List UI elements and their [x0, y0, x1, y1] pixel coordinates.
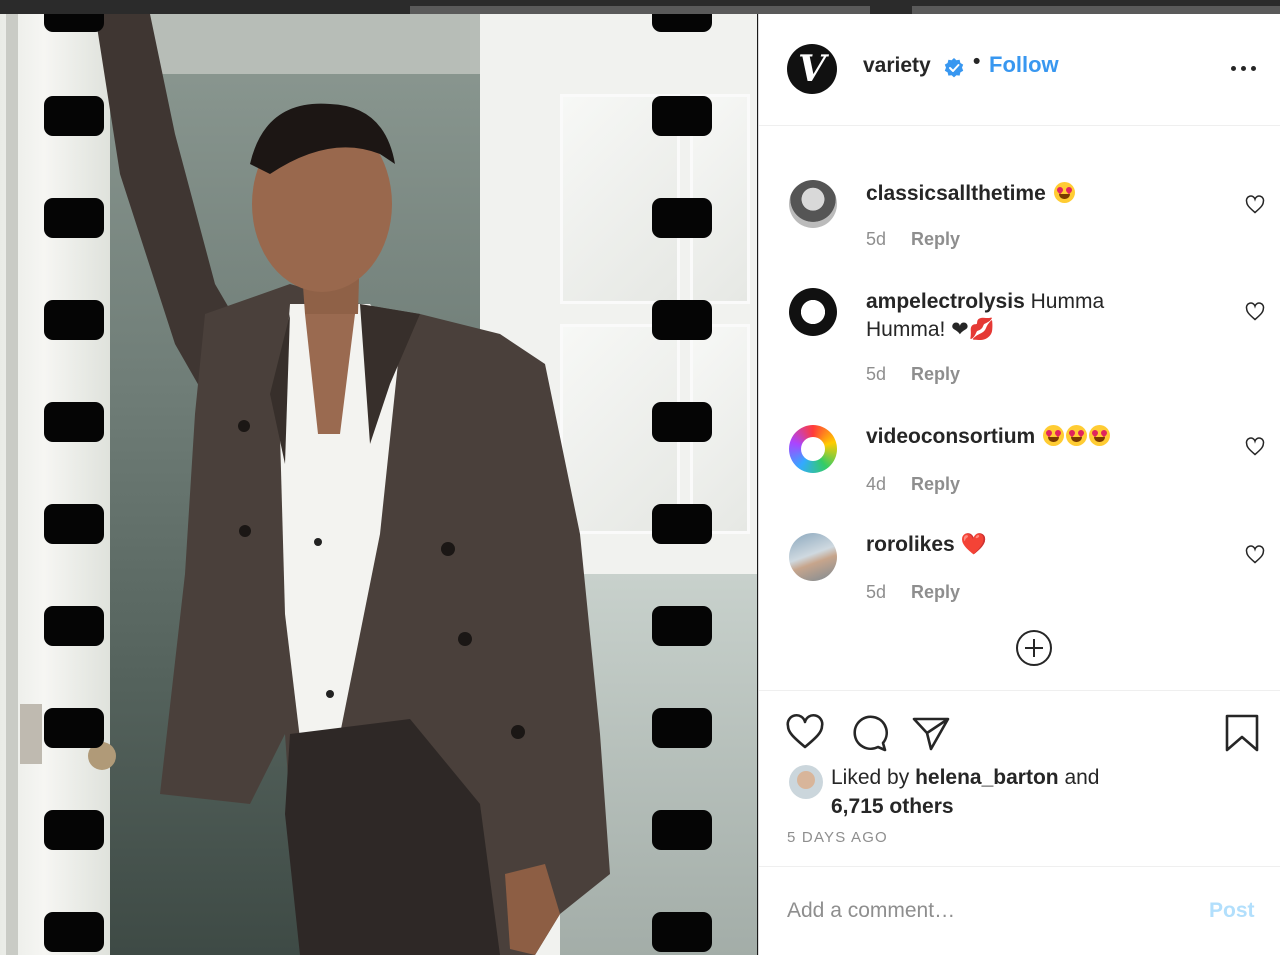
comment-heart-icon[interactable] [1245, 302, 1265, 322]
commenter-avatar[interactable] [789, 425, 837, 473]
liked-by-avatar[interactable] [789, 765, 823, 799]
comment-username[interactable]: rorolikes [866, 533, 955, 556]
liked-by-prefix: Liked by [831, 766, 910, 789]
comment-heart-icon[interactable] [1245, 545, 1265, 565]
comment-meta: 5d Reply [866, 229, 960, 250]
comment-time[interactable]: 5d [866, 364, 886, 384]
film-sprocket [44, 810, 104, 850]
liked-by-username[interactable]: helena_barton [915, 766, 1059, 789]
avatar-face [797, 771, 815, 789]
comment-username[interactable]: videoconsortium [866, 425, 1035, 448]
comment-text: videoconsortium [866, 423, 1166, 451]
reply-button[interactable]: Reply [911, 364, 960, 384]
liked-by-text: Liked by helena_barton and 6,715 others [831, 763, 1171, 821]
comment-text: rorolikes ❤️ [866, 531, 1166, 559]
comment-time[interactable]: 5d [866, 582, 886, 602]
comment-input[interactable] [787, 893, 1187, 929]
top-strip-segment [912, 6, 1280, 14]
load-more-icon[interactable] [1015, 629, 1053, 667]
avatar-inner [801, 437, 825, 461]
film-sprocket [652, 198, 712, 238]
comment-text: classicsallthetime [866, 180, 1166, 208]
verified-badge-icon [944, 58, 964, 78]
commenter-avatar[interactable] [789, 288, 837, 336]
post-header: V variety • Follow [759, 14, 1280, 126]
share-icon[interactable] [911, 713, 951, 753]
comment-time[interactable]: 5d [866, 229, 886, 249]
comment-username[interactable]: classicsallthetime [866, 182, 1046, 205]
commenter-avatar[interactable] [789, 533, 837, 581]
film-sprocket [44, 504, 104, 544]
account-avatar[interactable]: V [787, 44, 837, 94]
man-in-suit-figure [20, 14, 610, 955]
comment-time[interactable]: 4d [866, 474, 886, 494]
film-sprocket [652, 402, 712, 442]
smiling-face-heart-eyes-icon [1066, 425, 1088, 446]
smiling-face-heart-eyes-icon [1053, 182, 1075, 203]
account-username[interactable]: variety [863, 54, 931, 78]
separator-dot: • [973, 50, 981, 73]
film-sprocket [44, 402, 104, 442]
film-sprocket [652, 96, 712, 136]
film-sprocket [652, 300, 712, 340]
more-options-icon[interactable] [1229, 54, 1261, 78]
film-sprocket [652, 504, 712, 544]
film-sprocket [44, 708, 104, 748]
film-sprocket [44, 300, 104, 340]
comment-heart-icon[interactable] [1245, 195, 1265, 215]
reply-button[interactable]: Reply [911, 582, 960, 602]
browser-top-strip [0, 0, 1280, 14]
film-sprocket [652, 14, 712, 32]
comment-icon[interactable] [849, 713, 889, 753]
reply-button[interactable]: Reply [911, 474, 960, 494]
film-sprocket [44, 606, 104, 646]
film-sprocket [652, 708, 712, 748]
post-actions: Liked by helena_barton and 6,715 others … [759, 690, 1280, 866]
liked-by-conjunction: and [1064, 766, 1100, 789]
film-sprocket [652, 606, 712, 646]
post-timestamp[interactable]: 5 DAYS AGO [787, 829, 888, 846]
post-image[interactable] [0, 14, 757, 955]
comment-body: ❤️ [960, 533, 987, 556]
commenter-avatar[interactable] [789, 180, 837, 228]
heart-icon[interactable] [785, 713, 825, 753]
film-sprocket [652, 912, 712, 952]
comment-meta: 5d Reply [866, 364, 960, 385]
comment-meta: 4d Reply [866, 474, 960, 495]
follow-button[interactable]: Follow [989, 52, 1059, 78]
comment-heart-icon[interactable] [1245, 437, 1265, 457]
film-sprocket [44, 198, 104, 238]
comment-username[interactable]: ampelectrolysis [866, 290, 1025, 313]
smiling-face-heart-eyes-icon [1043, 425, 1065, 446]
reply-button[interactable]: Reply [911, 229, 960, 249]
post-button[interactable]: Post [1209, 899, 1255, 923]
film-sprocket [652, 810, 712, 850]
bookmark-icon[interactable] [1222, 713, 1262, 753]
comment-meta: 5d Reply [866, 582, 960, 603]
film-sprocket [44, 96, 104, 136]
comment-text: ampelectrolysis Humma Humma! ❤💋 [866, 288, 1166, 344]
film-sprocket [44, 912, 104, 952]
smiling-face-heart-eyes-icon [1089, 425, 1111, 446]
post-side-panel: V variety • Follow classicsallthetime 5d… [758, 14, 1280, 955]
film-sprocket [44, 14, 104, 32]
top-strip-segment [410, 6, 870, 14]
likes-count[interactable]: 6,715 others [831, 795, 954, 818]
add-comment-section: Post [759, 866, 1280, 955]
comments-list: classicsallthetime 5d Reply ampelectroly… [759, 127, 1280, 690]
